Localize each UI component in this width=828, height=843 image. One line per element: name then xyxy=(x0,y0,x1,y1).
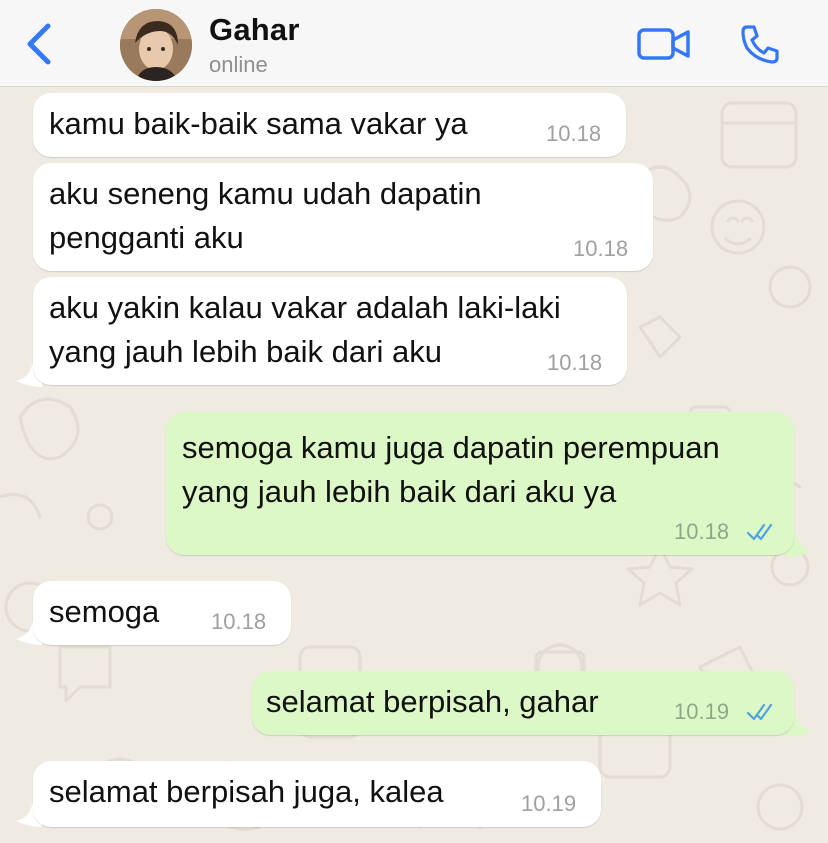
message-list[interactable]: kamu baik-baik sama vakar ya 10.18 aku s… xyxy=(0,87,828,843)
message-text: semoga kamu juga dapatin perempuan yang … xyxy=(182,430,720,509)
message-time: 10.18 xyxy=(547,350,603,375)
message-time: 10.19 xyxy=(674,699,730,724)
message-time: 10.18 xyxy=(573,236,629,261)
message-bubble-incoming[interactable]: selamat berpisah juga, kalea 10.19 xyxy=(33,761,601,827)
video-call-button[interactable] xyxy=(636,26,692,62)
message-text: aku seneng kamu udah dapatin pengganti a… xyxy=(49,176,482,255)
chat-header: Gahar online xyxy=(0,0,828,87)
message-time: 10.18 xyxy=(211,609,267,634)
read-receipt-icon xyxy=(746,703,773,721)
message-time: 10.18 xyxy=(674,519,730,544)
message-text: semoga xyxy=(49,594,160,629)
message-text: aku yakin kalau vakar adalah laki-laki y… xyxy=(49,290,561,369)
message-text: kamu baik-baik sama vakar ya xyxy=(49,106,468,141)
message-time: 10.19 xyxy=(521,791,577,816)
video-camera-icon xyxy=(637,28,690,60)
message-bubble-outgoing[interactable]: semoga kamu juga dapatin perempuan yang … xyxy=(166,412,794,555)
message-bubble-incoming[interactable]: semoga 10.18 xyxy=(33,581,291,645)
voice-call-button[interactable] xyxy=(738,22,782,66)
message-bubble-outgoing[interactable]: selamat berpisah, gahar 10.19 xyxy=(252,671,794,735)
chevron-left-icon xyxy=(27,23,51,65)
message-text: selamat berpisah juga, kalea xyxy=(49,774,444,809)
phone-icon xyxy=(741,25,779,64)
message-bubble-incoming[interactable]: aku yakin kalau vakar adalah laki-laki y… xyxy=(33,277,627,385)
avatar-photo xyxy=(120,9,192,81)
message-bubble-incoming[interactable]: kamu baik-baik sama vakar ya 10.18 xyxy=(33,93,626,157)
message-bubble-incoming[interactable]: aku seneng kamu udah dapatin pengganti a… xyxy=(33,163,653,271)
message-time: 10.18 xyxy=(546,121,602,146)
back-button[interactable] xyxy=(22,22,58,66)
contact-avatar[interactable] xyxy=(120,9,192,81)
contact-name[interactable]: Gahar xyxy=(209,12,300,48)
read-receipt-icon xyxy=(746,523,773,541)
contact-status: online xyxy=(209,52,268,77)
message-text: selamat berpisah, gahar xyxy=(266,684,599,719)
